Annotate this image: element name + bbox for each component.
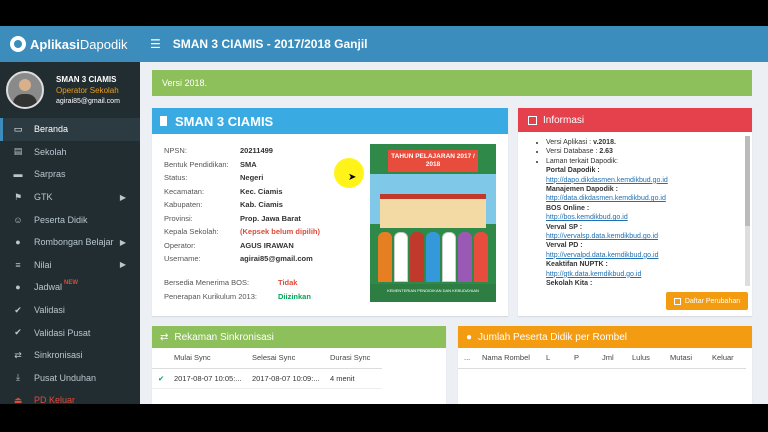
download-icon: ⤓: [16, 372, 20, 383]
dapodik-logo-icon: [10, 36, 26, 52]
sidebar-item-sarpras[interactable]: ▬ Sarpras: [0, 163, 140, 186]
info-box: Informasi Versi Aplikasi : v.2018. Versi…: [518, 108, 752, 316]
sync-table: Mulai Sync Selesai Sync Durasi Sync ✔ 20…: [152, 348, 382, 389]
check-double-icon: ✔: [14, 327, 22, 338]
info-icon: [528, 115, 537, 125]
truck-icon: ▬: [13, 169, 23, 180]
chevron-right-icon: ▶: [119, 192, 126, 202]
users-icon: ●: [15, 237, 21, 248]
sidebar-item-gtk[interactable]: ⚑ GTK ▶: [0, 186, 140, 209]
check-icon: ✔: [14, 304, 22, 315]
changelog-icon: [673, 297, 681, 305]
table-row: ✔ 2017-08-07 10:05:... 2017-08-07 10:09:…: [152, 368, 382, 389]
avatar: [6, 71, 44, 109]
brand-logo[interactable]: Aplikasi Dapodik: [0, 26, 140, 62]
school-box-header: SMAN 3 CIAMIS: [152, 108, 508, 134]
sidebar-item-validasi[interactable]: ✔ Validasi: [0, 299, 140, 322]
sync-history-box: ⇄ Rekaman Sinkronisasi Mulai Sync Selesai…: [152, 326, 446, 404]
user-email: agirai85@gmail.com: [56, 97, 120, 105]
info-scrollbar[interactable]: [745, 136, 750, 286]
list-icon: ≡: [15, 259, 21, 270]
info-box-header: Informasi: [518, 108, 752, 132]
mouse-cursor-icon: ➤: [348, 172, 357, 183]
chevron-right-icon: ▶: [119, 237, 126, 247]
brand-bold: Aplikasi: [30, 36, 80, 52]
peserta-didik-box: ● Jumlah Peserta Didik per Rombel ... Nam…: [458, 326, 752, 404]
poster-banner: TAHUN PELAJARAN 2017 / 2018: [388, 150, 478, 172]
main-content: Versi 2018. SMAN 3 CIAMIS NPSN: 20211499 …: [140, 62, 768, 404]
smile-icon: ☺: [13, 214, 23, 225]
sidebar-item-nilai[interactable]: ≡ Nilai ▶: [0, 254, 140, 277]
sidebar-item-jadwal[interactable]: ● Jadwal NEW: [0, 276, 140, 299]
link-verval-sp[interactable]: http://vervalsp.data.kemdikbud.go.id: [546, 232, 742, 241]
school-building-illustration: [380, 194, 486, 228]
daftar-perubahan-button[interactable]: Daftar Perubahan: [666, 292, 748, 310]
sidebar-item-sinkronisasi[interactable]: ⇄ Sinkronisasi: [0, 344, 140, 367]
sidebar-toggle-icon[interactable]: ☰: [150, 37, 161, 51]
link-portal-dapodik[interactable]: http://dapo.dikdasmen.kemdikbud.go.id: [546, 176, 742, 185]
sidebar-item-peserta-didik[interactable]: ☺ Peserta Didik: [0, 208, 140, 231]
link-verval-pd[interactable]: http://vervalpd.data.kemdikbud.go.id: [546, 251, 742, 260]
bookmark-icon: [160, 116, 167, 126]
peserta-box-header: ● Jumlah Peserta Didik per Rombel: [458, 326, 752, 348]
poster-footer: KEMENTERIAN PENDIDIKAN DAN KEBUDAYAAN: [370, 284, 496, 302]
info-body: Versi Aplikasi : v.2018. Versi Database …: [534, 138, 742, 288]
info-versi-database: Versi Database : 2.63: [546, 147, 742, 156]
sidebar-item-rombongan-belajar[interactable]: ● Rombongan Belajar ▶: [0, 231, 140, 254]
link-keaktifan-nuptk[interactable]: http://gtk.data.kemdikbud.go.id: [546, 270, 742, 279]
sidebar-item-validasi-pusat[interactable]: ✔ Validasi Pusat: [0, 321, 140, 344]
school-year-poster: TAHUN PELAJARAN 2017 / 2018 KEMENTERIAN …: [370, 144, 496, 302]
link-manajemen-dapodik[interactable]: http://data.dikdasmen.kemdikbud.go.id: [546, 194, 742, 203]
peserta-table: ... Nama Rombel L P Jml Lulus Mutasi Kel…: [458, 348, 746, 369]
sidebar: SMAN 3 CIAMIS Operator Sekolah agirai85@…: [0, 62, 140, 404]
app-window: Aplikasi Dapodik ☰ SMAN 3 CIAMIS - 2017/2…: [0, 26, 768, 404]
sidebar-item-pd-keluar[interactable]: ⏏ PD Keluar: [0, 389, 140, 404]
check-icon: ✔: [152, 368, 168, 389]
version-alert: Versi 2018.: [152, 70, 752, 96]
user-name: SMAN 3 CIAMIS: [56, 74, 117, 84]
teacher-icon: ⚑: [13, 191, 23, 202]
school-title: SMAN 3 CIAMIS: [175, 113, 274, 129]
users-icon: ●: [466, 331, 473, 343]
new-badge: NEW: [64, 280, 79, 287]
sync-box-header: ⇄ Rekaman Sinkronisasi: [152, 326, 446, 348]
sidebar-item-pusat-unduhan[interactable]: ⤓ Pusat Unduhan: [0, 367, 140, 390]
sidebar-menu: ▭ Beranda ▤ Sekolah ▬ Sarpras ⚑ GTK ▶ ☺ Pesert…: [0, 118, 140, 404]
brand-thin: Dapodik: [79, 36, 128, 52]
user-panel: SMAN 3 CIAMIS Operator Sekolah agirai85@…: [0, 62, 140, 118]
sidebar-item-sekolah[interactable]: ▤ Sekolah: [0, 141, 140, 164]
desktop-icon: ▭: [13, 123, 23, 134]
info-laman: Laman terkait Dapodik: Portal Dapodik : …: [546, 157, 742, 288]
sidebar-item-beranda[interactable]: ▭ Beranda: [0, 118, 140, 141]
group-icon: ●: [15, 282, 21, 293]
school-profile-box: SMAN 3 CIAMIS NPSN: 20211499 Bentuk Pendi…: [152, 108, 508, 316]
logout-icon: ⏏: [13, 394, 23, 404]
exchange-icon: ⇄: [14, 349, 22, 360]
building-icon: ▤: [13, 146, 23, 157]
top-navbar: ☰ SMAN 3 CIAMIS - 2017/2018 Ganjil: [140, 26, 768, 62]
exchange-icon: ⇄: [160, 331, 169, 343]
chevron-right-icon: ▶: [119, 260, 126, 270]
user-role: Operator Sekolah: [56, 85, 119, 95]
info-versi-aplikasi: Versi Aplikasi : v.2018.: [546, 138, 742, 147]
link-bos-online[interactable]: http://bos.kemdikbud.go.id: [546, 213, 742, 222]
page-title: SMAN 3 CIAMIS - 2017/2018 Ganjil: [172, 37, 368, 51]
